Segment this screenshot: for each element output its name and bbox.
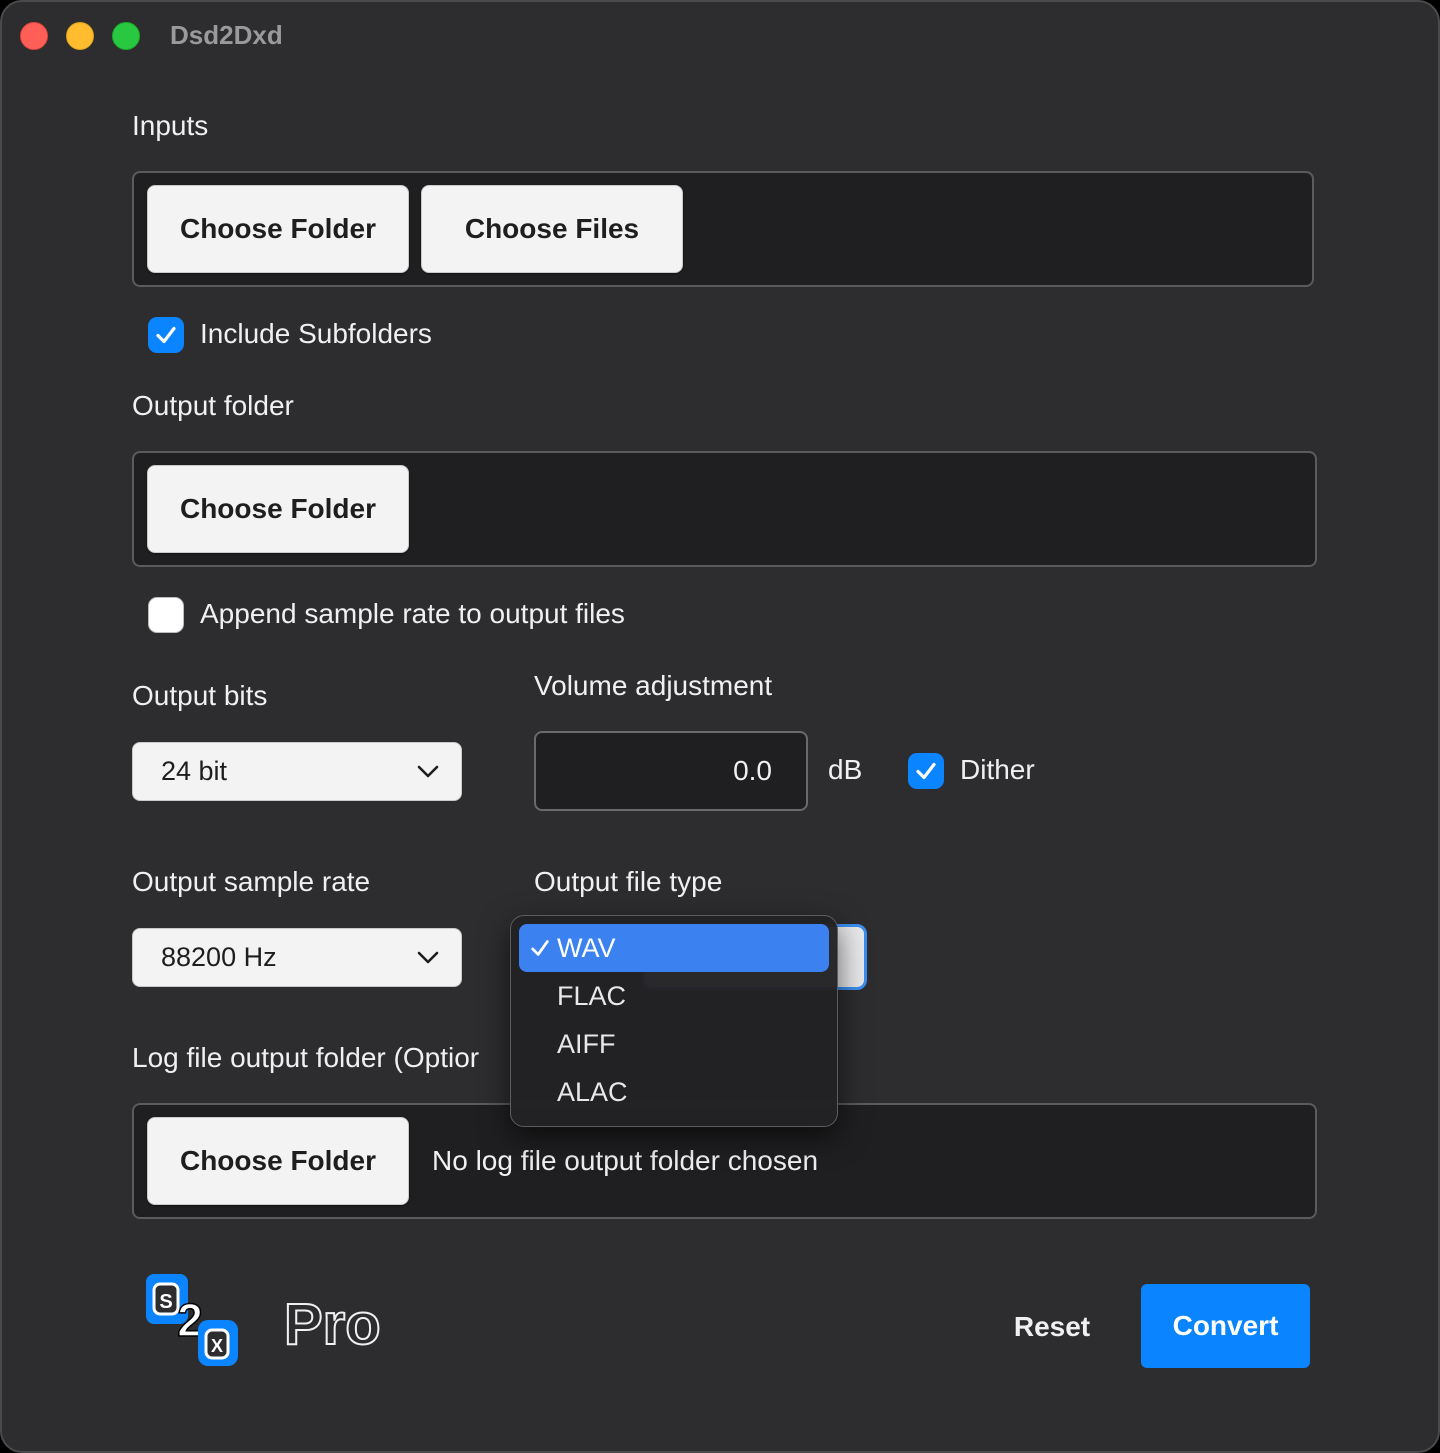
sample-rate-select[interactable]: 88200 Hz [132,928,462,987]
sample-rate-value: 88200 Hz [161,942,277,972]
file-type-option-aiff[interactable]: AIFF [519,1020,829,1068]
close-window-button[interactable] [20,22,48,50]
pro-wordmark-text: Pro [284,1292,381,1354]
volume-unit: dB [828,754,863,785]
convert-button[interactable]: Convert [1141,1284,1310,1368]
d2d-logo-icon: S 2 X [146,1274,238,1366]
output-folder-panel: Choose Folder [132,451,1317,567]
include-subfolders-label: Include Subfolders [200,318,432,349]
file-type-option-label: FLAC [557,980,627,1011]
file-type-option-alac[interactable]: ALAC [519,1068,829,1116]
app-window: Dsd2Dxd Inputs Choose Folder Choose File… [0,0,1440,1453]
check-icon [916,762,936,780]
include-subfolders-checkbox[interactable] [148,317,184,353]
window-title: Dsd2Dxd [170,20,283,50]
chevron-down-icon [417,951,439,963]
chevron-down-icon [417,765,439,777]
inputs-panel: Choose Folder Choose Files [132,171,1314,287]
inputs-heading: Inputs [132,110,209,141]
log-choose-folder-button[interactable]: Choose Folder [147,1117,409,1205]
reset-button[interactable]: Reset [1000,1298,1104,1356]
file-type-option-flac[interactable]: FLAC [519,972,829,1020]
file-type-dropdown-menu: WAV FLAC AIFF ALAC [510,915,838,1127]
output-bits-select[interactable]: 24 bit [132,742,462,801]
append-sample-rate-checkbox[interactable] [148,597,184,633]
log-folder-status: No log file output folder chosen [432,1145,819,1176]
check-icon [531,940,549,956]
file-type-heading: Output file type [534,866,723,897]
output-bits-heading: Output bits [132,680,268,711]
output-bits-value: 24 bit [161,756,228,786]
volume-value: 0.0 [733,755,772,786]
svg-text:S: S [159,1291,172,1313]
choose-files-button[interactable]: Choose Files [421,185,683,273]
file-type-option-wav[interactable]: WAV [519,924,829,972]
svg-text:X: X [211,1336,223,1356]
zoom-window-button[interactable] [112,22,140,50]
log-folder-heading: Log file output folder (Optior [132,1042,480,1073]
file-type-option-label: ALAC [557,1076,628,1107]
sample-rate-heading: Output sample rate [132,866,371,897]
output-folder-heading: Output folder [132,390,294,421]
volume-input[interactable]: 0.0 [534,731,808,811]
volume-heading: Volume adjustment [534,670,773,701]
append-sample-rate-label: Append sample rate to output files [200,598,625,629]
output-choose-folder-button[interactable]: Choose Folder [147,465,409,553]
inputs-choose-folder-button[interactable]: Choose Folder [147,185,409,273]
file-type-option-label: WAV [557,932,616,963]
dither-checkbox[interactable] [908,753,944,789]
pro-wordmark: Pro [283,1292,382,1354]
check-icon [156,326,176,344]
dither-label: Dither [960,754,1035,785]
file-type-option-label: AIFF [557,1028,616,1059]
minimize-window-button[interactable] [66,22,94,50]
